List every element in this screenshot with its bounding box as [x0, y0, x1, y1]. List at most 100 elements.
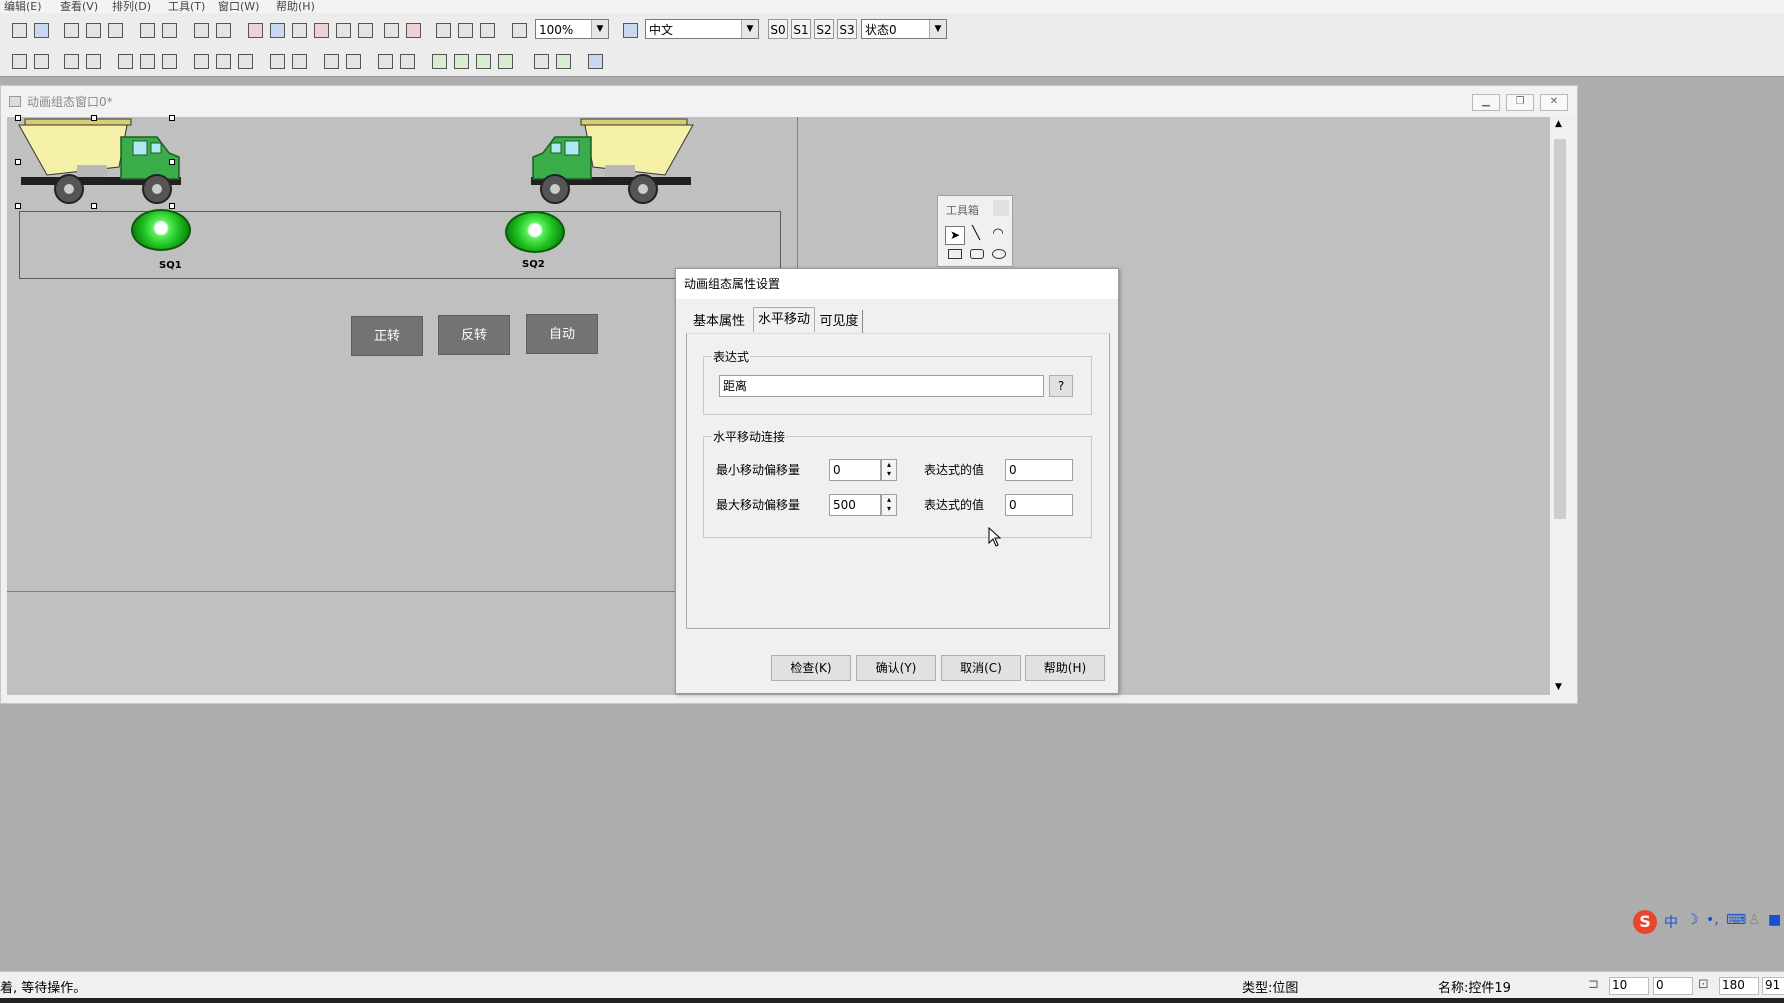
- min-offset-input[interactable]: 0: [829, 459, 881, 481]
- menu-tools[interactable]: 工具(T): [168, 0, 205, 13]
- tools-icon[interactable]: [190, 19, 211, 40]
- grid-icon[interactable]: [380, 19, 401, 40]
- undo-icon[interactable]: [136, 19, 157, 40]
- selection-handle[interactable]: [15, 115, 21, 121]
- check-button[interactable]: 检查(K): [771, 655, 851, 681]
- space-h-icon[interactable]: [190, 50, 211, 71]
- expression-help-button[interactable]: ?: [1049, 375, 1073, 397]
- space-equal-icon[interactable]: [234, 50, 255, 71]
- ungroup-icon[interactable]: [396, 50, 417, 71]
- line-icon[interactable]: ╲: [967, 226, 985, 243]
- cut-icon[interactable]: [60, 19, 81, 40]
- flip-h-icon[interactable]: [320, 50, 341, 71]
- print-preview-icon[interactable]: [30, 19, 51, 40]
- send-back-icon[interactable]: [450, 50, 471, 71]
- help-query-icon[interactable]: [508, 19, 529, 40]
- chart-icon[interactable]: [266, 19, 287, 40]
- menu-help[interactable]: 帮助(H): [276, 0, 315, 13]
- selection-handle[interactable]: [169, 203, 175, 209]
- user-icon[interactable]: ♙: [1748, 912, 1761, 928]
- language-icon[interactable]: [619, 19, 640, 40]
- rounded-rect-icon[interactable]: [970, 249, 984, 259]
- space-v-icon[interactable]: [212, 50, 233, 71]
- rectangle-icon[interactable]: [948, 249, 962, 259]
- zoom-select[interactable]: 100% ▼: [535, 19, 609, 39]
- punctuation-icon[interactable]: •,: [1706, 912, 1719, 928]
- group-icon[interactable]: [374, 50, 395, 71]
- align-bottom-icon[interactable]: [30, 50, 51, 71]
- min-offset-spinner[interactable]: ▴ ▾: [881, 459, 897, 481]
- forward-button[interactable]: 正转: [351, 316, 423, 356]
- restore-icon[interactable]: ❐: [1506, 94, 1534, 111]
- align-top-icon[interactable]: [8, 50, 29, 71]
- frame-icon[interactable]: [212, 19, 233, 40]
- pen-icon[interactable]: [552, 50, 573, 71]
- print-icon[interactable]: [8, 19, 29, 40]
- expression-input[interactable]: 距离: [719, 375, 1044, 397]
- toolbox-close-icon[interactable]: [993, 200, 1009, 216]
- redo-icon[interactable]: [158, 19, 179, 40]
- bring-front-icon[interactable]: [428, 50, 449, 71]
- keyboard-icon[interactable]: ⌨: [1726, 912, 1746, 928]
- selection-handle[interactable]: [15, 203, 21, 209]
- minimize-icon[interactable]: ▁: [1472, 94, 1500, 111]
- expr-value-min-input[interactable]: 0: [1005, 459, 1073, 481]
- state-s1-button[interactable]: S1: [791, 19, 811, 39]
- cancel-button[interactable]: 取消(C): [941, 655, 1021, 681]
- child-title-bar[interactable]: 动画组态窗口0* ▁ ❐ ✕: [1, 86, 1577, 116]
- forward-icon[interactable]: [472, 50, 493, 71]
- selection-handle[interactable]: [169, 159, 175, 165]
- menu-edit[interactable]: 编辑(E): [4, 0, 42, 13]
- state-s2-button[interactable]: S2: [814, 19, 834, 39]
- object-icon[interactable]: [244, 19, 265, 40]
- pointer-icon[interactable]: ➤: [945, 226, 965, 245]
- state-select[interactable]: 状态0 ▼: [861, 19, 947, 39]
- menu-window[interactable]: 窗口(W): [218, 0, 259, 13]
- backward-icon[interactable]: [494, 50, 515, 71]
- tab-horizontal-move[interactable]: 水平移动: [753, 307, 815, 332]
- tab-visibility[interactable]: 可见度: [816, 310, 863, 334]
- rotate-left-icon[interactable]: [266, 50, 287, 71]
- sensor-sq2-lamp[interactable]: [505, 211, 565, 253]
- close-icon[interactable]: ✕: [1540, 94, 1568, 111]
- grid-dots-icon[interactable]: [584, 50, 605, 71]
- ellipse-icon[interactable]: [992, 249, 1006, 259]
- align-center-icon[interactable]: [60, 50, 81, 71]
- truck-right[interactable]: [515, 117, 695, 207]
- lock-icon[interactable]: [530, 50, 551, 71]
- arc-icon[interactable]: ◠: [989, 226, 1007, 243]
- max-offset-spinner[interactable]: ▴ ▾: [881, 494, 897, 516]
- sensor-sq1-lamp[interactable]: [131, 209, 191, 251]
- table-icon[interactable]: [354, 19, 375, 40]
- align-middle-icon[interactable]: [82, 50, 103, 71]
- export-icon[interactable]: [432, 19, 453, 40]
- menu-view[interactable]: 查看(V): [60, 0, 98, 13]
- help-button[interactable]: 帮助(H): [1025, 655, 1105, 681]
- ime-mode[interactable]: 中: [1664, 912, 1678, 932]
- scroll-up-icon[interactable]: ▲: [1555, 119, 1562, 129]
- scroll-down-icon[interactable]: ▼: [1555, 682, 1562, 692]
- data-icon[interactable]: [288, 19, 309, 40]
- copy-icon[interactable]: [82, 19, 103, 40]
- state-s3-button[interactable]: S3: [837, 19, 857, 39]
- confirm-button[interactable]: 确认(Y): [856, 655, 936, 681]
- text-color-icon[interactable]: [310, 19, 331, 40]
- tab-basic[interactable]: 基本属性: [688, 310, 750, 334]
- max-offset-input[interactable]: 500: [829, 494, 881, 516]
- selection-handle[interactable]: [91, 115, 97, 121]
- expr-value-max-input[interactable]: 0: [1005, 494, 1073, 516]
- paste-icon[interactable]: [104, 19, 125, 40]
- language-select[interactable]: 中文 ▼: [645, 19, 759, 39]
- selection-handle[interactable]: [169, 115, 175, 121]
- rotate-right-icon[interactable]: [288, 50, 309, 71]
- skin-icon[interactable]: ■: [1768, 912, 1781, 928]
- check-icon[interactable]: [454, 19, 475, 40]
- vertical-scrollbar[interactable]: ▲ ▼: [1550, 117, 1571, 695]
- selection-handle[interactable]: [15, 159, 21, 165]
- menu-arrange[interactable]: 排列(D): [112, 0, 151, 13]
- auto-button[interactable]: 自动: [526, 314, 598, 354]
- same-height-icon[interactable]: [136, 50, 157, 71]
- download-icon[interactable]: [476, 19, 497, 40]
- sogou-logo-icon[interactable]: S: [1633, 910, 1657, 934]
- list-icon[interactable]: [332, 19, 353, 40]
